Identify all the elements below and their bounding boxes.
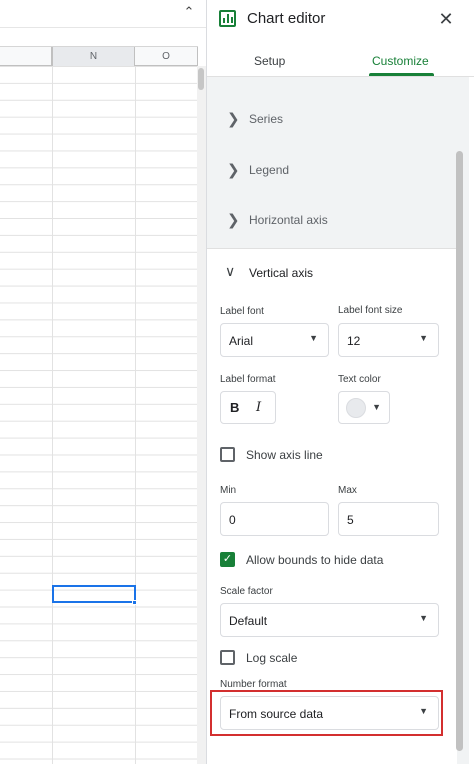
caret-down-icon: ▼ [309, 333, 318, 343]
log-scale-label: Log scale [246, 651, 298, 665]
collapse-chevron-icon[interactable]: ⌃ [180, 3, 198, 21]
chart-editor-panel: Chart editor ✕ Setup Customize ❯ Series … [206, 0, 474, 764]
section-label: Series [249, 112, 284, 126]
max-input[interactable]: 5 [338, 502, 439, 536]
tab-setup[interactable]: Setup [254, 54, 285, 68]
italic-button[interactable]: I [256, 400, 261, 415]
selected-cell[interactable] [52, 585, 136, 603]
text-color-picker[interactable]: ▼ [338, 391, 390, 424]
editor-tabs: Setup Customize [207, 44, 474, 77]
sheet-toolbar: ⌃ [0, 0, 206, 28]
label-font-size-value: 12 [347, 334, 361, 348]
column-header-n[interactable]: N [52, 47, 135, 66]
section-legend[interactable]: ❯ Legend [207, 147, 457, 197]
min-label: Min [220, 485, 237, 496]
panel-title: Chart editor [247, 10, 326, 27]
section-vertical-axis: ∨ Vertical axis Label font Label font si… [207, 248, 457, 764]
number-format-label: Number format [220, 679, 287, 690]
section-title[interactable]: Vertical axis [249, 266, 313, 280]
sheet-scrollbar[interactable] [197, 66, 206, 764]
column-header-o[interactable]: O [135, 47, 198, 66]
highlight-annotation [210, 690, 443, 736]
chevron-right-icon: ❯ [227, 212, 240, 229]
section-series[interactable]: ❯ Series [207, 96, 457, 146]
color-swatch [346, 398, 366, 418]
label-font-label: Label font [220, 306, 264, 317]
chart-icon [219, 10, 236, 27]
bold-button[interactable]: B [230, 400, 239, 415]
chevron-down-icon[interactable]: ∨ [225, 263, 235, 280]
panel-header: Chart editor ✕ [207, 0, 474, 40]
label-format-label: Label format [220, 374, 276, 385]
label-font-size-select[interactable]: 12 ▼ [338, 323, 439, 357]
allow-bounds-checkbox[interactable]: ✓ [220, 552, 235, 567]
active-tab-indicator [369, 73, 434, 76]
label-format-group: B I [220, 391, 276, 424]
label-font-value: Arial [229, 334, 254, 348]
sheet-scrollbar-thumb[interactable] [198, 68, 204, 90]
close-icon[interactable]: ✕ [435, 8, 457, 30]
show-axis-line-label: Show axis line [246, 448, 323, 462]
max-label: Max [338, 485, 357, 496]
text-color-label: Text color [338, 374, 381, 385]
section-label: Legend [249, 163, 290, 177]
caret-down-icon: ▼ [419, 333, 428, 343]
scale-factor-select[interactable]: Default ▼ [220, 603, 439, 637]
spreadsheet-area: ⌃ N O [0, 0, 206, 764]
label-font-select[interactable]: Arial ▼ [220, 323, 329, 357]
min-input[interactable]: 0 [220, 502, 329, 536]
caret-down-icon: ▼ [372, 402, 381, 412]
customize-panel-body: ❯ Series ❯ Legend ❯ Horizontal axis ∨ Ve… [207, 77, 457, 764]
section-horizontal-axis[interactable]: ❯ Horizontal axis [207, 197, 457, 247]
log-scale-checkbox[interactable] [220, 650, 235, 665]
chevron-right-icon: ❯ [227, 111, 240, 128]
column-header-m[interactable] [0, 47, 52, 66]
section-label: Horizontal axis [249, 213, 328, 227]
chevron-right-icon: ❯ [227, 162, 240, 179]
scale-factor-label: Scale factor [220, 586, 273, 597]
allow-bounds-label: Allow bounds to hide data [246, 553, 384, 567]
column-header-row: N O [0, 46, 198, 66]
show-axis-line-checkbox[interactable] [220, 447, 235, 462]
tab-customize[interactable]: Customize [372, 54, 429, 68]
caret-down-icon: ▼ [419, 613, 428, 623]
scale-factor-value: Default [229, 614, 268, 628]
label-font-size-label: Label font size [338, 305, 403, 316]
fill-handle[interactable] [132, 600, 137, 605]
panel-scrollbar-thumb[interactable] [456, 151, 463, 751]
cell-grid[interactable] [0, 66, 198, 764]
